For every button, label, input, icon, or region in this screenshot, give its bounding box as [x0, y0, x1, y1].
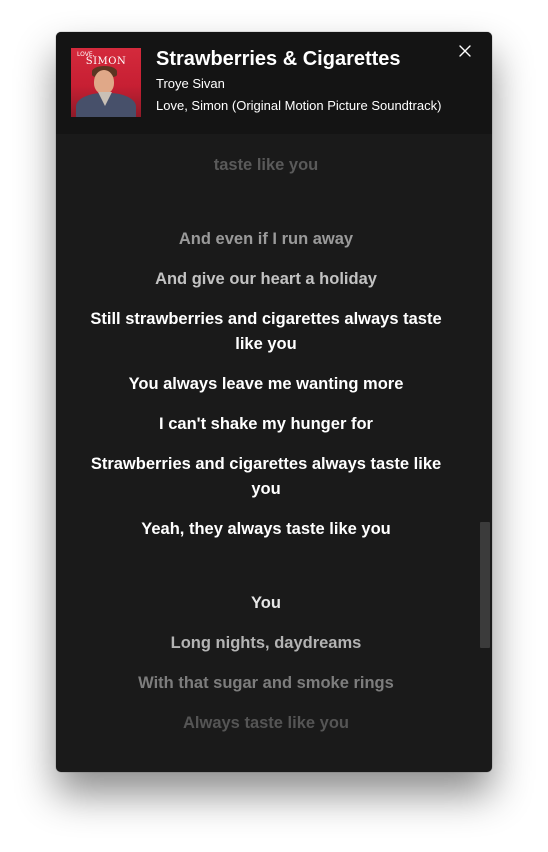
scrollbar-thumb[interactable] [480, 522, 490, 648]
lyric-line: Always taste like you [183, 714, 349, 732]
close-button[interactable] [456, 42, 474, 60]
lyric-line: Long nights, daydreams [170, 634, 362, 652]
lyric-line: And even if I run away [178, 230, 354, 248]
lyrics-window: LOVE, SIMON Strawberries & Cigarettes Tr… [56, 32, 492, 772]
lyric-line: You always leave me wanting more [128, 375, 404, 393]
cover-main-text: SIMON [85, 56, 127, 67]
lyric-line: Strawberries and cigarettes always taste… [90, 455, 442, 498]
lyric-line: Yeah, they always taste like you [141, 520, 391, 538]
lyric-line: And give our heart a holiday [155, 270, 377, 288]
lyrics-panel[interactable]: taste like you And even if I run away An… [56, 134, 492, 772]
track-album: Love, Simon (Original Motion Picture Sou… [156, 98, 442, 113]
lyric-line: With that sugar and smoke rings [138, 674, 394, 692]
album-cover: LOVE, SIMON [71, 48, 141, 117]
lyric-line: Still strawberries and cigarettes always… [90, 310, 442, 353]
lyric-line: You [251, 594, 281, 612]
track-artist: Troye Sivan [156, 76, 225, 91]
lyric-line: I can't shake my hunger for [159, 415, 373, 433]
close-icon [459, 45, 471, 57]
lyrics-scrollbar[interactable] [480, 134, 490, 770]
track-title: Strawberries & Cigarettes [156, 48, 401, 70]
lyric-line: taste like you [213, 156, 319, 174]
now-playing-header: LOVE, SIMON Strawberries & Cigarettes Tr… [56, 32, 492, 134]
